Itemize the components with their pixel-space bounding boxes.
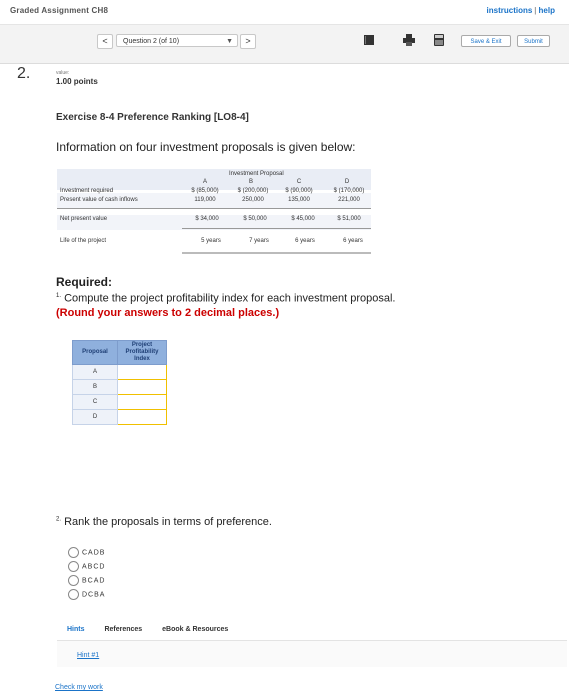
- pi-row-label: B: [72, 379, 118, 395]
- value-label: value:: [56, 70, 70, 76]
- top-links: instructions | help: [486, 6, 555, 15]
- radio-icon[interactable]: [68, 575, 79, 586]
- table-cell: $ 51,000: [337, 216, 361, 222]
- question-1-text: 1. Compute the project profitability ind…: [56, 289, 396, 320]
- table-cell: $ (200,000): [237, 188, 269, 194]
- question-1-number: 1.: [56, 293, 62, 299]
- tab-ebook-resources[interactable]: eBook & Resources: [162, 626, 228, 633]
- radio-icon[interactable]: [68, 547, 79, 558]
- table-group-header: Investment Proposal: [229, 171, 284, 177]
- pi-row-label: A: [72, 364, 118, 380]
- pi-header-index: Project Profitability Index: [117, 340, 167, 365]
- hint-link[interactable]: Hint #1: [77, 652, 99, 659]
- tab-panel: [57, 640, 567, 667]
- table-row-label: Net present value: [60, 216, 108, 222]
- question-1-note: (Round your answers to 2 decimal places.…: [56, 306, 280, 319]
- table-col-header: A: [202, 179, 207, 185]
- table-cell: $ 45,000: [291, 216, 315, 222]
- question-1-body: Compute the project profitability index …: [64, 292, 396, 305]
- help-link[interactable]: help: [539, 6, 555, 15]
- table-cell: 221,000: [338, 197, 360, 203]
- table-cell: $ (90,000): [285, 188, 313, 194]
- calculator-icon[interactable]: [432, 33, 446, 47]
- question-intro: Information on four investment proposals…: [56, 140, 356, 154]
- question-select[interactable]: Question 2 (of 10) ▼: [116, 34, 238, 47]
- table-col-header: B: [248, 179, 253, 185]
- table-cell: $ 50,000: [243, 216, 267, 222]
- required-heading: Required:: [56, 275, 113, 289]
- question-number: 2.: [17, 65, 31, 82]
- pi-input-c[interactable]: [117, 394, 167, 410]
- table-cell: $ (85,000): [191, 188, 219, 194]
- resource-tabs: Hints References eBook & Resources: [67, 626, 246, 633]
- ranking-option-bcad[interactable]: BCAD: [68, 575, 105, 586]
- table-col-header: D: [344, 179, 350, 185]
- table-cell: 119,000: [194, 197, 216, 203]
- pi-row-label: D: [72, 409, 118, 425]
- table-row-label: Present value of cash inflows: [60, 197, 138, 203]
- chevron-down-icon: ▼: [226, 38, 233, 45]
- save-exit-button[interactable]: Save & Exit: [461, 35, 511, 47]
- table-cell: 135,000: [288, 197, 310, 203]
- table-cell: 6 years: [295, 238, 315, 244]
- app-title: Graded Assignment CH8: [10, 6, 109, 15]
- prev-question-button[interactable]: <: [97, 34, 113, 49]
- question-2-number: 2.: [56, 516, 62, 523]
- tab-hints[interactable]: Hints: [67, 626, 85, 633]
- pi-row-label: C: [72, 394, 118, 410]
- question-points: 1.00 points: [56, 77, 98, 86]
- radio-icon[interactable]: [68, 589, 79, 600]
- instructions-link[interactable]: instructions: [487, 6, 533, 15]
- question-2-body: Rank the proposals in terms of preferenc…: [64, 516, 272, 528]
- table-col-header: C: [296, 179, 302, 185]
- table-row: B: [72, 379, 167, 395]
- ranking-option-abcd[interactable]: ABCD: [68, 561, 105, 572]
- check-my-work-link[interactable]: Check my work: [55, 684, 103, 691]
- table-cell: 7 years: [249, 238, 269, 244]
- table-row: D: [72, 409, 167, 425]
- table-cell: 250,000: [242, 197, 264, 203]
- table-cell: $ 34,000: [195, 216, 219, 222]
- ranking-option-cadb[interactable]: CADB: [68, 547, 105, 558]
- book-icon[interactable]: [362, 33, 376, 47]
- table-row: C: [72, 394, 167, 410]
- table-cell: $ (170,000): [333, 188, 365, 194]
- table-row: A: [72, 364, 167, 380]
- table-cell: 5 years: [201, 238, 221, 244]
- pi-input-a[interactable]: [117, 364, 167, 380]
- table-row-label: Life of the project: [60, 238, 107, 244]
- pi-input-b[interactable]: [117, 379, 167, 395]
- exercise-title: Exercise 8-4 Preference Ranking [LO8-4]: [56, 112, 249, 123]
- pi-input-d[interactable]: [117, 409, 167, 425]
- radio-icon[interactable]: [68, 561, 79, 572]
- table-row-label: Investment required: [60, 188, 114, 194]
- next-question-button[interactable]: >: [240, 34, 256, 49]
- question-select-value: Question 2 (of 10): [123, 38, 180, 45]
- question-2-text: 2. Rank the proposals in terms of prefer…: [56, 516, 272, 528]
- pi-header-proposal: Proposal: [72, 340, 118, 365]
- tab-references[interactable]: References: [104, 626, 142, 633]
- submit-button[interactable]: Submit: [517, 35, 550, 47]
- print-icon[interactable]: [402, 33, 416, 47]
- ranking-option-dcba[interactable]: DCBA: [68, 589, 105, 600]
- table-cell: 6 years: [343, 238, 363, 244]
- profitability-index-table: Proposal Project Profitability Index A B…: [72, 340, 167, 425]
